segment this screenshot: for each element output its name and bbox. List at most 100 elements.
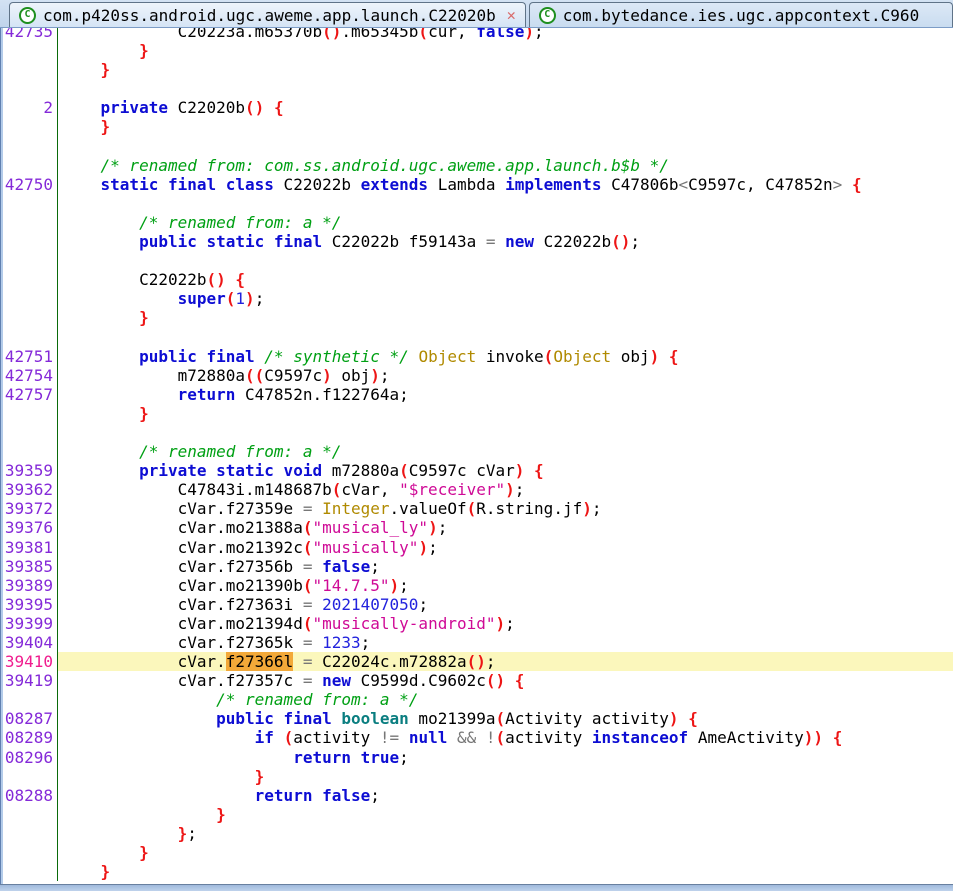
code-line[interactable]: 39362 C47843i.m148687b(cVar, "$receiver"… <box>0 480 953 499</box>
code-line[interactable]: } <box>0 862 953 881</box>
line-number: 42754 <box>0 366 58 385</box>
line-number: 42751 <box>0 347 58 366</box>
code-text <box>58 423 953 442</box>
code-token: ; <box>370 557 380 576</box>
code-token: static final class <box>62 175 274 194</box>
code-line[interactable]: 08296 return true; <box>0 748 953 767</box>
code-line[interactable] <box>0 328 953 347</box>
code-line[interactable]: /* renamed from: a */ <box>0 213 953 232</box>
code-line[interactable]: } <box>0 404 953 423</box>
code-line[interactable]: 08288 return false; <box>0 786 953 805</box>
code-line[interactable]: 39381 cVar.mo21392c("musically"); <box>0 538 953 557</box>
code-line[interactable]: 42754 m72880a((C9597c) obj); <box>0 366 953 385</box>
code-token: false <box>476 28 524 41</box>
code-line[interactable]: } <box>0 767 953 786</box>
code-line[interactable]: } <box>0 41 953 60</box>
code-token: Object <box>418 347 476 366</box>
code-token: { <box>534 461 544 480</box>
code-line[interactable]: } <box>0 843 953 862</box>
code-token: C22020b <box>168 98 245 117</box>
code-token: ( <box>332 480 342 499</box>
line-number: 39410 <box>0 652 58 671</box>
code-token: ) <box>582 499 592 518</box>
code-token: C22022b f59143a <box>322 232 486 251</box>
line-number <box>0 289 58 308</box>
code-token <box>659 347 669 366</box>
code-line[interactable]: 39359 private static void m72880a(C9597c… <box>0 461 953 480</box>
line-number <box>0 423 58 442</box>
code-token: } <box>62 805 226 824</box>
code-line[interactable]: 39399 cVar.mo21394d("musically-android")… <box>0 614 953 633</box>
code-line[interactable]: /* renamed from: com.ss.android.ugc.awem… <box>0 156 953 175</box>
code-line[interactable]: 42750 static final class C22022b extends… <box>0 175 953 194</box>
code-line[interactable]: 42735 C20223a.m65370b().m65345b(cur, fal… <box>0 28 953 41</box>
code-line[interactable] <box>0 194 953 213</box>
code-token: < <box>679 175 689 194</box>
code-line[interactable]: } <box>0 805 953 824</box>
line-number <box>0 213 58 232</box>
code-line[interactable]: C22022b() { <box>0 270 953 289</box>
code-line[interactable]: 39395 cVar.f27363i = 2021407050; <box>0 595 953 614</box>
code-line[interactable]: }; <box>0 824 953 843</box>
code-line[interactable]: 39389 cVar.mo21390b("14.7.5"); <box>0 576 953 595</box>
code-token: 1233 <box>322 633 361 652</box>
code-token: obj <box>332 366 371 385</box>
tab-class-c960[interactable]: C com.bytedance.ies.ugc.appcontext.C960 <box>529 2 953 27</box>
decompiler-window: C com.p420ss.android.ugc.aweme.app.launc… <box>0 0 953 892</box>
code-token: C9597c cVar <box>409 461 515 480</box>
line-number <box>0 156 58 175</box>
code-line[interactable]: 39376 cVar.mo21388a("musical_ly"); <box>0 518 953 537</box>
code-token: ; <box>418 595 428 614</box>
code-token: .m65345b <box>341 28 418 41</box>
code-token: Lambda <box>428 175 505 194</box>
code-token <box>679 709 689 728</box>
code-token: "musically-android" <box>312 614 495 633</box>
code-token: cVar.f27359e <box>62 499 303 518</box>
code-token: activity <box>505 728 592 747</box>
code-token: ; <box>255 289 265 308</box>
code-token: cVar. <box>62 652 226 671</box>
code-line[interactable] <box>0 79 953 98</box>
code-line[interactable] <box>0 423 953 442</box>
code-line[interactable]: 42751 public final /* synthetic */ Objec… <box>0 347 953 366</box>
code-token: ; <box>630 232 640 251</box>
code-line[interactable]: } <box>0 60 953 79</box>
code-line[interactable]: 39404 cVar.f27365k = 1233; <box>0 633 953 652</box>
code-line[interactable]: /* renamed from: a */ <box>0 442 953 461</box>
code-token: ( <box>399 461 409 480</box>
code-line[interactable]: 2 private C22020b() { <box>0 98 953 117</box>
code-token: ( <box>467 499 477 518</box>
line-number: 08289 <box>0 728 58 747</box>
code-token: cur, <box>428 28 476 41</box>
code-line[interactable]: 08287 public final boolean mo21399a(Acti… <box>0 709 953 728</box>
code-line[interactable]: } <box>0 117 953 136</box>
code-token: cVar.mo21388a <box>62 518 303 537</box>
code-token: /* renamed from: a */ <box>62 442 341 461</box>
close-tab-icon[interactable]: ✕ <box>507 6 516 24</box>
horizontal-scrollbar[interactable] <box>0 884 953 891</box>
code-token: 1 <box>235 289 245 308</box>
line-number: 39419 <box>0 671 58 690</box>
code-line-highlighted[interactable]: 39410 cVar.f27366l = C22024c.m72882a(); <box>0 652 953 671</box>
code-line[interactable]: public static final C22022b f59143a = ne… <box>0 232 953 251</box>
code-token: invoke <box>476 347 543 366</box>
code-line[interactable]: super(1); <box>0 289 953 308</box>
code-line[interactable]: 39385 cVar.f27356b = false; <box>0 557 953 576</box>
code-token: ; <box>592 499 602 518</box>
line-number: 08296 <box>0 748 58 767</box>
code-line[interactable]: /* renamed from: a */ <box>0 690 953 709</box>
code-line[interactable]: 39372 cVar.f27359e = Integer.valueOf(R.s… <box>0 499 953 518</box>
code-line[interactable]: } <box>0 308 953 327</box>
line-number <box>0 805 58 824</box>
code-token: public static final <box>62 232 322 251</box>
code-token: return <box>62 385 235 404</box>
code-line[interactable] <box>0 137 953 156</box>
line-number: 39359 <box>0 461 58 480</box>
code-line[interactable]: 08289 if (activity != null && !(activity… <box>0 728 953 747</box>
code-line[interactable]: 39419 cVar.f27357c = new C9599d.C9602c()… <box>0 671 953 690</box>
code-line[interactable]: 42757 return C47852n.f122764a; <box>0 385 953 404</box>
code-editor[interactable]: 42735 C20223a.m65370b().m65345b(cur, fal… <box>0 28 953 884</box>
tab-class-c22020b[interactable]: C com.p420ss.android.ugc.aweme.app.launc… <box>9 2 526 27</box>
code-token <box>842 175 852 194</box>
code-line[interactable] <box>0 251 953 270</box>
